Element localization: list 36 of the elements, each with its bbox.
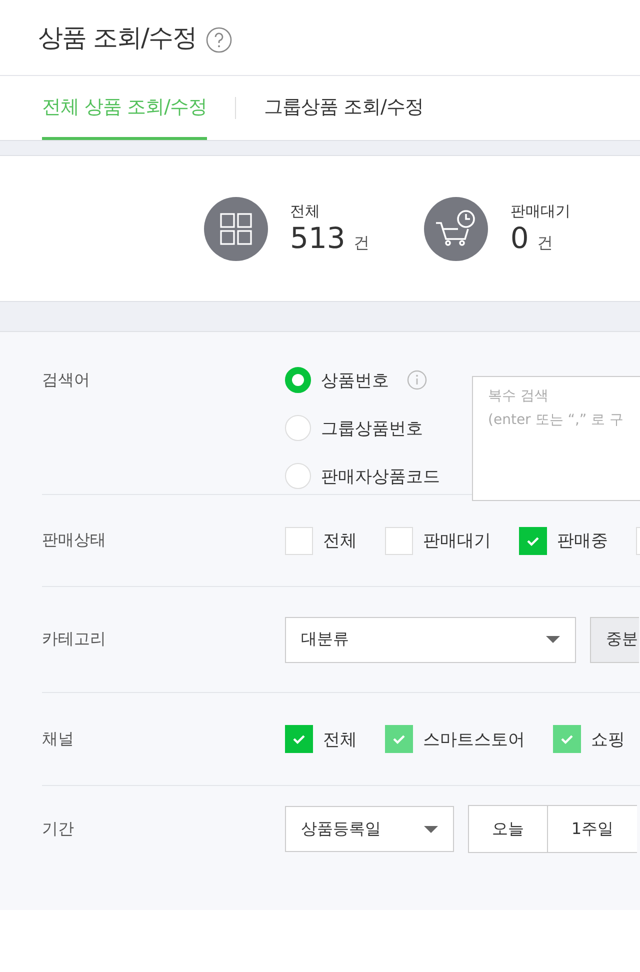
field-label: 판매상태 bbox=[42, 530, 107, 551]
grid-icon bbox=[204, 196, 268, 260]
radio-label[interactable]: 그룹상품번호 bbox=[321, 416, 423, 440]
period-button[interactable]: 1주일 bbox=[547, 805, 637, 853]
stat-unit: 건 bbox=[353, 233, 370, 254]
cart-clock-icon bbox=[424, 196, 488, 260]
radio-label[interactable]: 상품번호 bbox=[321, 368, 389, 392]
category-select[interactable]: 대분류 bbox=[285, 616, 576, 662]
caret-icon bbox=[546, 636, 560, 643]
checkbox-label[interactable]: 판매대기 bbox=[423, 529, 491, 552]
field-label: 카테고리 bbox=[42, 629, 107, 650]
checkbox[interactable] bbox=[519, 526, 547, 554]
radio-button[interactable] bbox=[285, 367, 311, 393]
stat-count: 0 bbox=[510, 221, 529, 255]
period-select[interactable]: 상품등록일 bbox=[285, 806, 454, 852]
tab[interactable]: 그룹상품 조회/수정 bbox=[264, 76, 424, 140]
category-select[interactable]: 중분 bbox=[590, 616, 639, 662]
checkbox-label[interactable]: 전체 bbox=[323, 529, 357, 552]
checkbox[interactable] bbox=[285, 725, 313, 753]
placeholder-text: 복수 검색 bbox=[488, 387, 550, 405]
page-title: 상품 조회/수정 bbox=[38, 22, 196, 54]
stat-label: 전체 bbox=[290, 202, 321, 221]
field-label: 검색어 bbox=[42, 369, 91, 391]
field-label: 기간 bbox=[42, 818, 75, 840]
radio-label[interactable]: 판매자상품코드 bbox=[321, 464, 440, 488]
checkbox-label[interactable]: 전체 bbox=[323, 728, 357, 750]
stat-count: 513 bbox=[290, 221, 346, 255]
stat-label: 판매대기 bbox=[510, 202, 570, 221]
stat-unit: 건 bbox=[536, 233, 553, 254]
placeholder-text: (enter 또는 “,” 로 구 bbox=[488, 411, 625, 429]
field-label: 채널 bbox=[42, 728, 75, 750]
help-icon[interactable] bbox=[206, 26, 232, 52]
period-button[interactable]: 오늘 bbox=[468, 805, 548, 853]
info-icon[interactable] bbox=[407, 370, 427, 390]
caret-icon bbox=[424, 826, 438, 832]
checkbox-label[interactable]: 판매중 bbox=[557, 529, 608, 552]
